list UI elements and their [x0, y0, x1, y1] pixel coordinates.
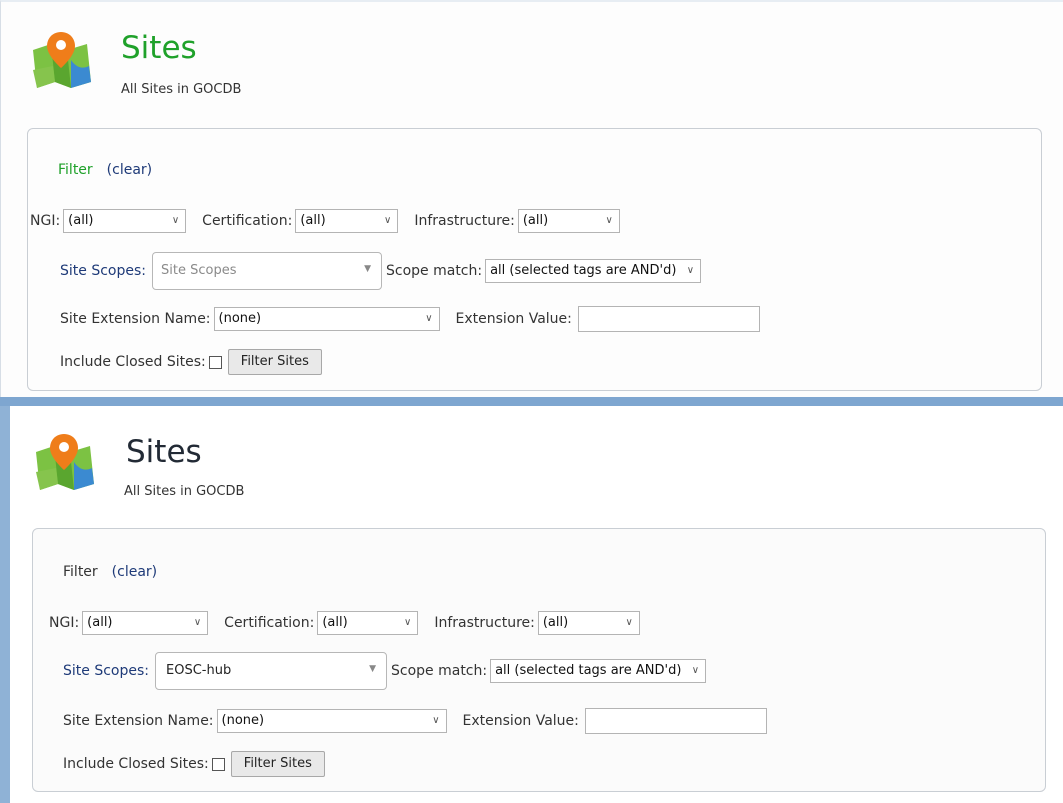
infrastructure-select-value: (all): [522, 213, 549, 228]
chevron-down-icon: ∨: [691, 665, 700, 676]
chevron-down-icon: ∨: [625, 617, 633, 628]
filter-row-4: Include Closed Sites: Filter Sites: [63, 749, 325, 779]
infrastructure-select[interactable]: (all) ∨: [537, 611, 640, 635]
chevron-down-icon: ∨: [605, 215, 613, 226]
filter-header-row: Filter (clear): [58, 155, 152, 185]
site-extension-name-select[interactable]: (none) ∨: [216, 709, 447, 733]
chevron-down-icon: ∨: [425, 313, 433, 324]
panel-separator: [0, 397, 1063, 406]
ngi-select[interactable]: (all) ∨: [63, 209, 187, 233]
site-scopes-multiselect[interactable]: Site Scopes ▼: [152, 252, 382, 290]
infrastructure-label: Infrastructure:: [434, 615, 535, 631]
site-scopes-label: Site Scopes:: [63, 663, 149, 679]
page-title: Sites: [126, 434, 202, 470]
infrastructure-select[interactable]: (all) ∨: [517, 209, 620, 233]
filter-box: Filter (clear) NGI: (all) ∨ Certificatio…: [32, 528, 1046, 792]
certification-label: Certification:: [202, 213, 293, 229]
filter-sites-button[interactable]: Filter Sites: [227, 349, 322, 375]
site-extension-name-value: (none): [218, 311, 262, 326]
chevron-down-icon: ∨: [193, 617, 202, 628]
chevron-down-icon: ∨: [171, 215, 180, 226]
infrastructure-select-value: (all): [542, 615, 569, 630]
extension-value-label: Extension Value:: [455, 311, 572, 327]
left-edge-bar: [0, 406, 10, 803]
site-extension-name-label: Site Extension Name:: [60, 311, 211, 327]
infrastructure-label: Infrastructure:: [414, 213, 515, 229]
clear-filter-link[interactable]: (clear): [107, 162, 152, 178]
ngi-select-value: (all): [68, 213, 94, 228]
filter-row-4: Include Closed Sites: Filter Sites: [60, 347, 322, 377]
certification-select[interactable]: (all) ∨: [317, 611, 419, 635]
scope-match-select[interactable]: all (selected tags are AND'd) ∨: [490, 659, 707, 683]
filter-header-row: Filter (clear): [63, 557, 157, 587]
sites-panel-before: Sites All Sites in GOCDB Filter (clear) …: [0, 0, 1063, 397]
map-pin-icon: [36, 434, 94, 490]
include-closed-label: Include Closed Sites:: [60, 354, 206, 370]
certification-select-value: (all): [322, 615, 348, 630]
site-extension-name-label: Site Extension Name:: [63, 713, 214, 729]
extension-value-input[interactable]: [584, 708, 767, 734]
chevron-down-icon: ∨: [686, 265, 695, 276]
scope-match-label: Scope match:: [391, 663, 488, 679]
scope-match-select[interactable]: all (selected tags are AND'd) ∨: [485, 259, 702, 283]
page-subtitle: All Sites in GOCDB: [121, 82, 242, 97]
page-subtitle: All Sites in GOCDB: [124, 484, 245, 499]
comparison-screenshot: Sites All Sites in GOCDB Filter (clear) …: [0, 0, 1063, 803]
chevron-down-icon: ∨: [432, 715, 440, 726]
filter-label: Filter: [63, 564, 98, 580]
certification-select-value: (all): [300, 213, 326, 228]
extension-value-label: Extension Value:: [462, 713, 579, 729]
site-extension-name-select[interactable]: (none) ∨: [213, 307, 440, 331]
triangle-down-icon: ▼: [364, 264, 371, 274]
clear-filter-link[interactable]: (clear): [112, 564, 157, 580]
page-header: Sites All Sites in GOCDB: [0, 406, 600, 526]
sites-panel-after: Sites All Sites in GOCDB Filter (clear) …: [0, 406, 1063, 803]
extension-value-input[interactable]: [577, 306, 760, 332]
filter-row-1: NGI: (all) ∨ Certification: (all) ∨ Infr…: [30, 206, 620, 236]
page-header: Sites All Sites in GOCDB: [1, 2, 601, 122]
include-closed-label: Include Closed Sites:: [63, 756, 209, 772]
chevron-down-icon: ∨: [404, 617, 412, 628]
filter-row-2: Site Scopes: EOSC-hub ▼ Scope match: all…: [63, 651, 707, 691]
site-scopes-placeholder: Site Scopes: [161, 263, 237, 278]
filter-label: Filter: [58, 162, 93, 178]
site-scopes-multiselect[interactable]: EOSC-hub ▼: [155, 652, 387, 690]
triangle-down-icon: ▼: [369, 664, 376, 674]
scope-match-select-value: all (selected tags are AND'd): [495, 663, 682, 678]
include-closed-checkbox[interactable]: [208, 355, 222, 369]
scope-match-select-value: all (selected tags are AND'd): [490, 263, 677, 278]
page-title: Sites: [121, 30, 197, 66]
map-pin-icon: [33, 32, 91, 88]
certification-select[interactable]: (all) ∨: [295, 209, 399, 233]
ngi-label: NGI:: [49, 615, 80, 631]
site-extension-name-value: (none): [221, 713, 265, 728]
filter-box: Filter (clear) NGI: (all) ∨ Certificatio…: [27, 128, 1042, 391]
filter-row-3: Site Extension Name: (none) ∨ Extension …: [60, 304, 760, 334]
filter-row-3: Site Extension Name: (none) ∨ Extension …: [63, 706, 767, 736]
ngi-select-value: (all): [87, 615, 113, 630]
chevron-down-icon: ∨: [384, 215, 392, 226]
filter-sites-button[interactable]: Filter Sites: [230, 751, 325, 777]
scope-match-label: Scope match:: [386, 263, 483, 279]
ngi-label: NGI:: [30, 213, 61, 229]
ngi-select[interactable]: (all) ∨: [82, 611, 209, 635]
filter-row-2: Site Scopes: Site Scopes ▼ Scope match: …: [60, 251, 702, 291]
site-scopes-label: Site Scopes:: [60, 263, 146, 279]
include-closed-checkbox[interactable]: [211, 757, 225, 771]
filter-row-1: NGI: (all) ∨ Certification: (all) ∨ Infr…: [49, 608, 640, 638]
site-scopes-selected: EOSC-hub: [166, 663, 232, 678]
certification-label: Certification:: [224, 615, 315, 631]
